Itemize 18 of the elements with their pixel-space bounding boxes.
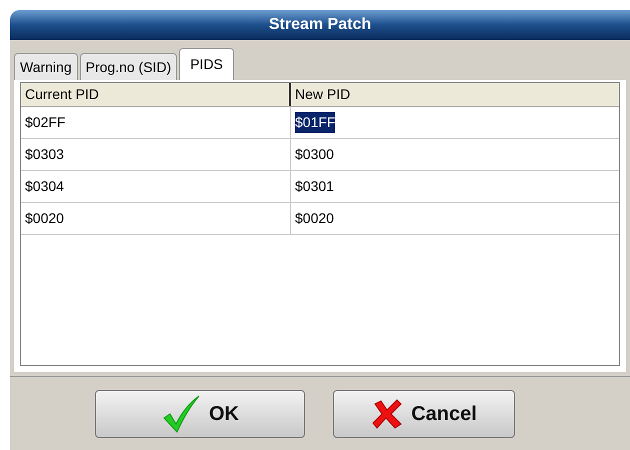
- tab[interactable]: Prog.no (SID): [80, 53, 178, 80]
- tab[interactable]: PIDS: [179, 48, 234, 80]
- column-header[interactable]: New PID: [291, 83, 619, 106]
- table-cell[interactable]: $01FF: [295, 112, 336, 133]
- table-cell[interactable]: $0020: [295, 208, 334, 229]
- table-cell[interactable]: $0301: [295, 176, 334, 197]
- cancel-button[interactable]: Cancel: [333, 390, 515, 438]
- cross-icon: [371, 398, 404, 430]
- tab[interactable]: Warning: [14, 53, 78, 80]
- table-cell-text: $0020: [25, 209, 64, 228]
- table-cell-text: $0304: [25, 177, 64, 196]
- table-cell-text: $02FF: [25, 113, 66, 132]
- ok-button[interactable]: OK: [95, 390, 305, 438]
- table-cell[interactable]: $0300: [295, 144, 334, 165]
- column-header[interactable]: Current PID: [21, 83, 291, 106]
- window-title: Stream Patch: [10, 10, 630, 40]
- checkmark-icon: [161, 394, 201, 434]
- table-cell-text: $0303: [25, 145, 64, 164]
